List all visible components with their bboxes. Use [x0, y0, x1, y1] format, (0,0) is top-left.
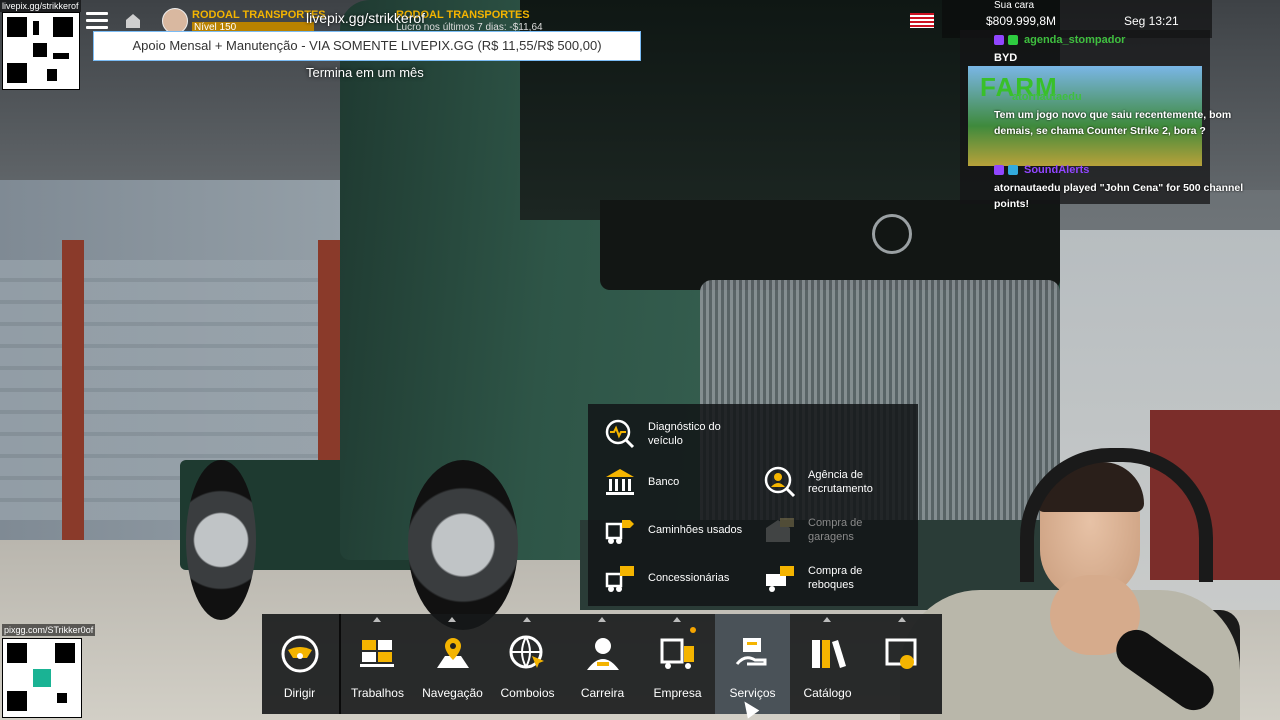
cargo-icon: [359, 640, 394, 667]
diagnostic-icon: [605, 419, 635, 449]
recruitment-icon: [764, 466, 796, 498]
qr-bottom-label: pixgg.com/STrikker0of: [2, 624, 96, 636]
chat-username: SoundAlerts: [1024, 164, 1090, 176]
us-flag-icon: [910, 13, 934, 28]
menu-label: Serviços: [729, 686, 776, 700]
bot-badge-icon: [1008, 165, 1018, 175]
services-icon: [735, 638, 766, 666]
used-trucks-icon: [605, 520, 634, 544]
sub-badge-icon: [1008, 35, 1018, 45]
menu-catalog[interactable]: Catálogo: [790, 614, 865, 714]
bank-icon: [606, 469, 634, 495]
balance: $809.999,8M: [986, 14, 1057, 28]
company-icon: [660, 638, 694, 669]
catalog-icon: [811, 640, 846, 668]
support-subtitle: Termina em um mês: [306, 65, 424, 80]
menu-navigation[interactable]: Navegação: [415, 614, 490, 714]
menu-label: Carreira: [580, 686, 625, 700]
service-diagnostic[interactable]: Diagnóstico do veículo: [604, 418, 738, 450]
chat-message: Tem um jogo novo que saiu recentemente, …: [994, 109, 1232, 137]
garage-pillar: [62, 240, 84, 540]
chat-section-label: BYD: [994, 52, 1018, 64]
menu-convoys[interactable]: Comboios: [490, 614, 565, 714]
menu-label: Comboios: [500, 686, 555, 700]
menu-label: Trabalhos: [351, 686, 404, 700]
twitch-badge-icon: [994, 35, 1004, 45]
livepix-link: livepix.gg/strikkerof: [306, 10, 426, 26]
chat-username: atornautaedu: [1012, 91, 1082, 103]
menu-hamburger-icon[interactable]: [86, 12, 108, 30]
service-label: Diagnóstico do veículo: [648, 421, 721, 447]
service-label: Banco: [648, 476, 680, 488]
truck-front-wheel: [408, 460, 518, 630]
menu-photo-mode[interactable]: [865, 614, 940, 714]
menu-jobs[interactable]: Trabalhos: [340, 614, 415, 714]
qr-top-label: livepix.gg/strikkerof: [0, 0, 81, 12]
garage-purchase-icon: [766, 518, 794, 542]
menu-career[interactable]: Carreira: [565, 614, 640, 714]
support-banner: Apoio Mensal + Manutenção - VIA SOMENTE …: [93, 31, 641, 61]
steering-wheel-icon: [281, 635, 318, 673]
service-bank[interactable]: Banco: [604, 466, 679, 498]
dealers-icon: [605, 566, 634, 592]
menu-label: Empresa: [653, 686, 702, 700]
service-label: Concessionárias: [648, 572, 730, 584]
menu-label: Catálogo: [803, 686, 852, 700]
truck-sun-visor: [600, 200, 1060, 290]
service-dealers[interactable]: Concessionárias: [604, 562, 729, 594]
home-icon[interactable]: [124, 12, 142, 30]
driver-icon: [586, 638, 619, 670]
twitch-badge-icon: [994, 165, 1004, 175]
menu-services[interactable]: Serviços: [715, 614, 790, 714]
truck-logo-icon: [872, 214, 912, 254]
menu-drive[interactable]: Dirigir: [262, 614, 337, 714]
service-used-trucks[interactable]: Caminhões usados: [604, 514, 742, 546]
menu-company[interactable]: Empresa: [640, 614, 715, 714]
photo-mode-icon: [885, 638, 916, 669]
menu-label: Dirigir: [283, 686, 316, 700]
globe-cursor-icon: [509, 635, 544, 669]
trailer-purchase-icon: [766, 566, 794, 592]
chat-username: agenda_stompador: [1024, 34, 1126, 46]
webcam-caption: Sua cara: [994, 0, 1035, 11]
menu-label: Navegação: [422, 686, 483, 700]
qr-code-bottom: [2, 638, 82, 718]
chat-message: atornautaedu played "John Cena" for 500 …: [994, 182, 1244, 210]
truck-rear-wheel: [186, 460, 256, 620]
datetime: Seg 13:21: [1124, 14, 1179, 28]
qr-code-top: [2, 12, 80, 90]
map-pin-icon: [436, 638, 469, 668]
service-label: Caminhões usados: [648, 524, 743, 536]
